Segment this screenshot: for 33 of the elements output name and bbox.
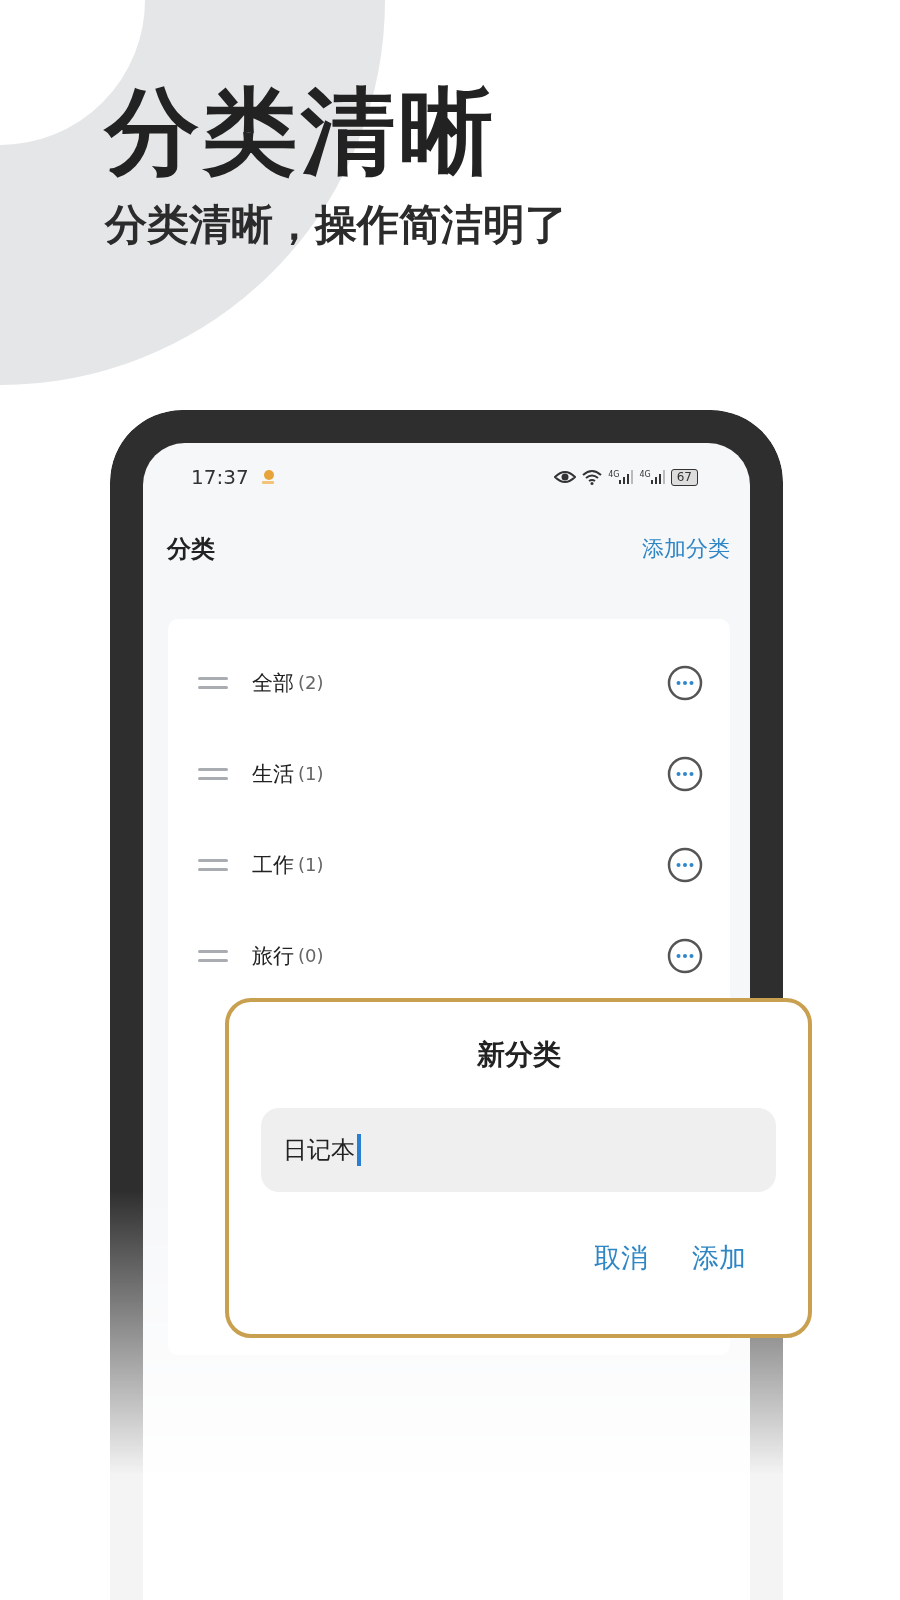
more-options-icon[interactable]	[667, 937, 703, 974]
eye-icon	[554, 470, 577, 484]
cancel-button[interactable]: 取消	[594, 1240, 648, 1276]
category-name[interactable]: 全部	[252, 668, 294, 697]
subtitle: 分类清晰，操作简洁明了	[105, 200, 567, 251]
headline: 分类清晰	[105, 78, 497, 187]
status-time: 17:37	[191, 465, 249, 489]
category-name[interactable]: 旅行	[252, 941, 294, 970]
page-title: 分类	[167, 534, 215, 565]
category-count: (1)	[298, 763, 324, 784]
drag-handle-icon[interactable]	[198, 766, 228, 781]
signal-icon	[650, 470, 665, 484]
input-field[interactable]: 日记本	[261, 1108, 776, 1192]
category-name[interactable]: 生活	[252, 759, 294, 788]
category-name[interactable]: 工作	[252, 850, 294, 879]
battery-indicator: 67	[670, 468, 698, 486]
signal-icon	[619, 470, 634, 484]
confirm-button[interactable]: 添加	[692, 1240, 746, 1276]
more-options-icon[interactable]	[667, 755, 703, 792]
drag-handle-icon[interactable]	[198, 948, 228, 963]
add-category-button[interactable]: 添加分类	[642, 534, 730, 564]
notification-icon	[260, 469, 275, 485]
network-type: 4G	[639, 470, 651, 479]
dialog-title: 新分类	[475, 1037, 562, 1073]
category-count: (2)	[298, 672, 324, 693]
drag-handle-icon[interactable]	[198, 857, 228, 872]
wifi-icon	[582, 469, 603, 485]
drag-handle-icon[interactable]	[198, 675, 228, 690]
more-options-icon[interactable]	[667, 846, 703, 883]
network-type: 4G	[608, 470, 620, 479]
more-options-icon[interactable]	[667, 664, 703, 701]
category-count: (1)	[298, 854, 324, 875]
category-count: (0)	[298, 945, 324, 966]
